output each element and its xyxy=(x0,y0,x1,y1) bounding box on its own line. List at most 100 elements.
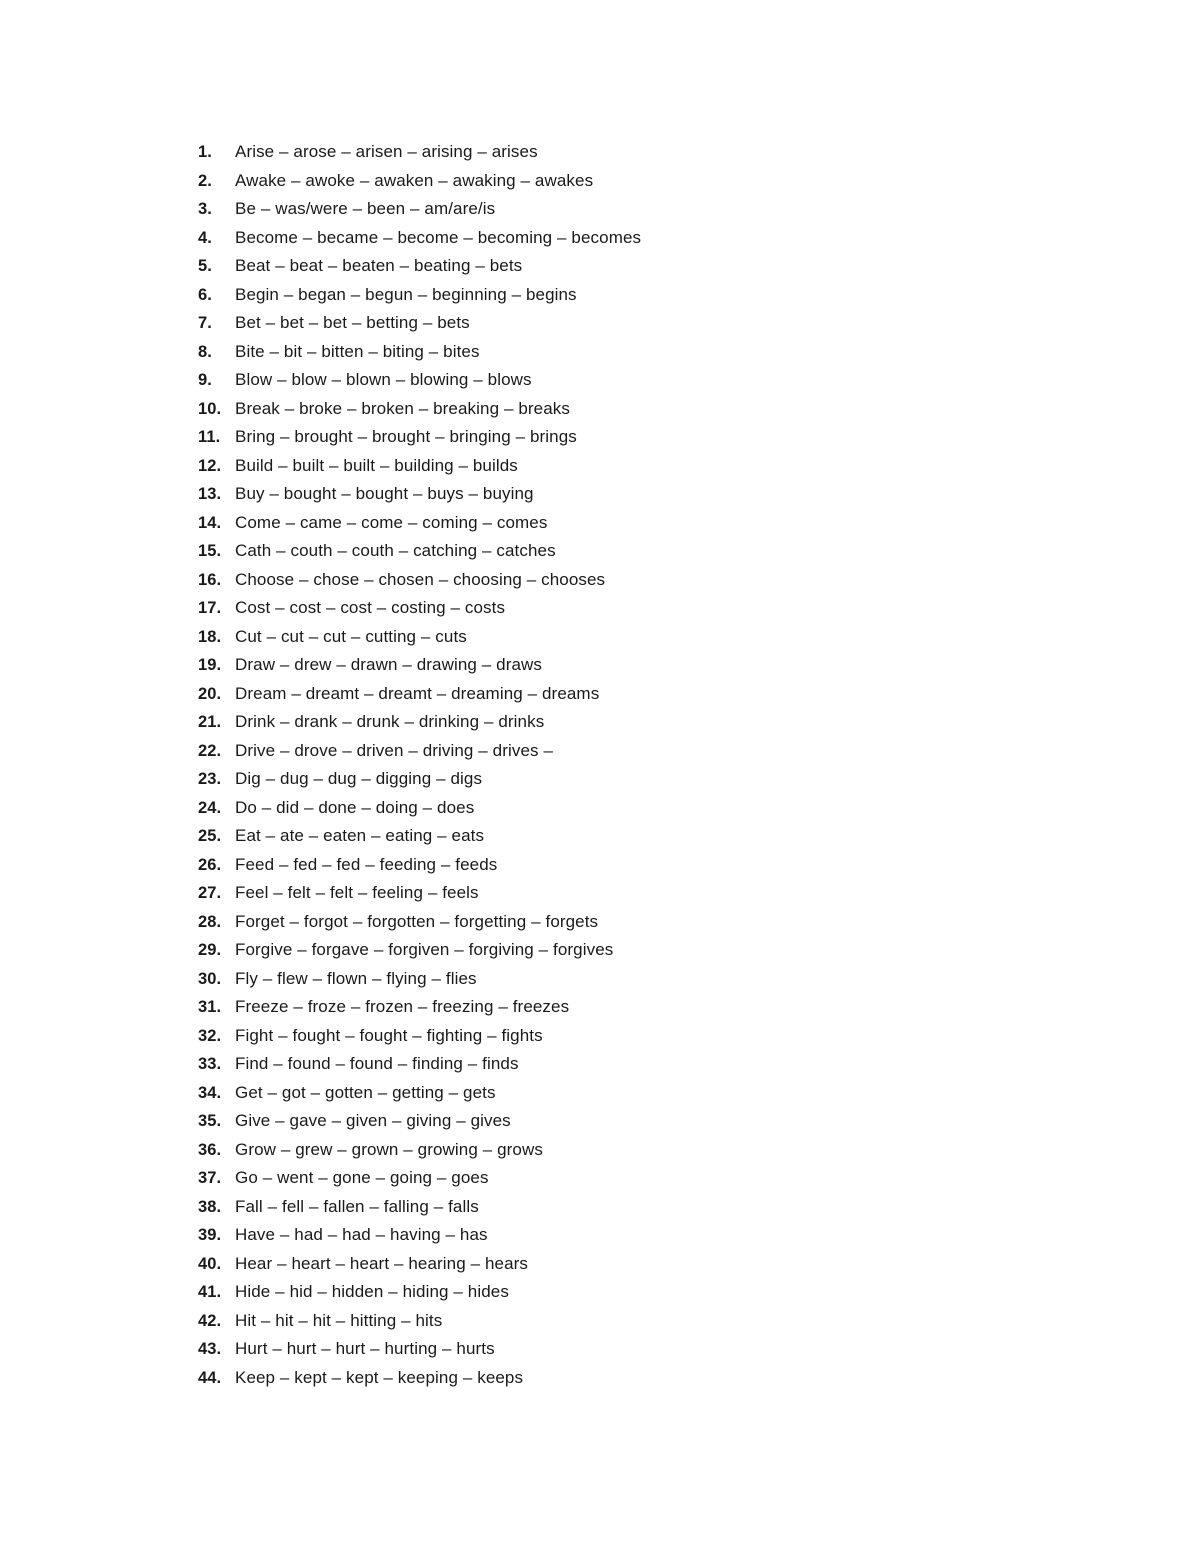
list-item-number: 34. xyxy=(198,1083,222,1102)
list-item-text: Cath – couth – couth – catching – catche… xyxy=(235,541,556,560)
list-item-text: Feed – fed – fed – feeding – feeds xyxy=(235,854,498,874)
list-item-text: Give – gave – given – giving – gives xyxy=(235,1111,511,1130)
list-item: 7. Bet – bet – bet – betting – bets xyxy=(198,309,898,338)
list-item-number: 44. xyxy=(198,1368,222,1387)
list-item: 3. Be – was/were – been – am/are/is xyxy=(198,195,898,224)
list-item-text: Eat – ate – eaten – eating – eats xyxy=(235,826,485,845)
list-item-number: 6. xyxy=(198,285,212,304)
list-item-text: Bring – brought – brought – bringing – b… xyxy=(235,427,577,446)
list-item-text: Be – was/were – been – am/are/is xyxy=(235,199,496,218)
list-item-text: Hide – hid – hidden – hiding – hides xyxy=(235,1282,509,1301)
list-item-text: Awake – awoke – awaken – awaking – awake… xyxy=(235,170,594,190)
list-item: 2. Awake – awoke – awaken – awaking – awa… xyxy=(198,167,898,196)
list-item-text: Cost – cost – cost – costing – costs xyxy=(235,598,506,617)
list-item-number: 15. xyxy=(198,542,222,560)
list-item-text: Blow – blow – blown – blowing – blows xyxy=(235,370,532,389)
list-item-text: Draw – drew – drawn – drawing – draws xyxy=(235,655,543,674)
list-item-number: 23. xyxy=(198,770,222,788)
list-item-text: Bite – bit – bitten – biting – bites xyxy=(235,341,480,361)
list-item: 13. Buy – bought – bought – buys – buying xyxy=(198,480,898,509)
list-item-number: 2. xyxy=(198,171,212,190)
list-item-number: 40. xyxy=(198,1254,222,1273)
list-item-number: 11. xyxy=(198,428,221,446)
list-item: 28. Forget – forgot – forgotten – forgett… xyxy=(198,908,898,937)
list-item-text: Become – became – become – becoming – be… xyxy=(235,227,642,247)
list-item: 36. Grow – grew – grown – growing – grows xyxy=(198,1136,898,1165)
list-item-text: Begin – began – begun – beginning – begi… xyxy=(235,284,577,304)
list-item: 12. Build – built – built – building – bu… xyxy=(198,452,898,481)
list-item-text: Arise – arose – arisen – arising – arise… xyxy=(235,142,538,161)
list-item: 43. Hurt – hurt – hurt – hurting – hurts xyxy=(198,1335,898,1364)
list-item: 1. Arise – arose – arisen – arising – ari… xyxy=(198,138,898,167)
list-item: 25. Eat – ate – eaten – eating – eats xyxy=(198,822,898,851)
list-item: 19. Draw – drew – drawn – drawing – draws xyxy=(198,651,898,680)
list-item-text: Beat – beat – beaten – beating – bets xyxy=(235,256,523,275)
list-item-number: 4. xyxy=(198,228,212,247)
list-item-number: 5. xyxy=(198,257,212,275)
list-item-number: 20. xyxy=(198,684,222,703)
list-item-number: 9. xyxy=(198,371,212,389)
list-item-text: Keep – kept – kept – keeping – keeps xyxy=(235,1367,524,1387)
list-item-number: 7. xyxy=(198,314,212,332)
list-item-number: 31. xyxy=(198,998,222,1016)
list-item-text: Forget – forgot – forgotten – forgetting… xyxy=(235,911,599,931)
list-item: 29. Forgive – forgave – forgiven – forgiv… xyxy=(198,936,898,965)
list-item: 42. Hit – hit – hit – hitting – hits xyxy=(198,1307,898,1336)
list-item: 22. Drive – drove – driven – driving – dr… xyxy=(198,737,898,766)
list-item: 9. Blow – blow – blown – blowing – blows xyxy=(198,366,898,395)
list-item-number: 21. xyxy=(198,713,222,731)
list-item-number: 18. xyxy=(198,627,222,646)
list-item-text: Bet – bet – bet – betting – bets xyxy=(235,313,470,332)
list-item-text: Have – had – had – having – has xyxy=(235,1225,488,1244)
list-item-number: 12. xyxy=(198,456,222,475)
list-item-number: 36. xyxy=(198,1140,222,1159)
list-item-number: 42. xyxy=(198,1311,222,1330)
list-item-text: Drink – drank – drunk – drinking – drink… xyxy=(235,712,545,731)
irregular-verbs-list: 1. Arise – arose – arisen – arising – ari… xyxy=(198,138,898,1392)
list-item-text: Drive – drove – driven – driving – drive… xyxy=(235,740,554,760)
list-item-number: 1. xyxy=(198,143,212,161)
list-item-text: Build – built – built – building – build… xyxy=(235,455,518,475)
list-item-text: Grow – grew – grown – growing – grows xyxy=(235,1139,543,1159)
list-item-number: 35. xyxy=(198,1112,222,1130)
list-item: 16. Choose – chose – chosen – choosing – … xyxy=(198,566,898,595)
list-item: 32. Fight – fought – fought – fighting – … xyxy=(198,1022,898,1051)
list-item: 30. Fly – flew – flown – flying – flies xyxy=(198,965,898,994)
list-item-text: Dig – dug – dug – digging – digs xyxy=(235,769,483,788)
list-item-number: 3. xyxy=(198,200,212,218)
list-item-text: Find – found – found – finding – finds xyxy=(235,1054,519,1073)
list-item: 38. Fall – fell – fallen – falling – fall… xyxy=(198,1193,898,1222)
list-item: 24. Do – did – done – doing – does xyxy=(198,794,898,823)
list-item: 31. Freeze – froze – frozen – freezing – … xyxy=(198,993,898,1022)
list-item: 35. Give – gave – given – giving – gives xyxy=(198,1107,898,1136)
list-item: 41. Hide – hid – hidden – hiding – hides xyxy=(198,1278,898,1307)
list-item-text: Break – broke – broken – breaking – brea… xyxy=(235,398,570,418)
list-item-number: 24. xyxy=(198,798,222,817)
list-item-number: 39. xyxy=(198,1226,222,1244)
list-item-number: 41. xyxy=(198,1283,222,1301)
list-item: 23. Dig – dug – dug – digging – digs xyxy=(198,765,898,794)
list-item-number: 13. xyxy=(198,485,222,503)
list-item-text: Do – did – done – doing – does xyxy=(235,797,475,817)
list-item: 6. Begin – began – begun – beginning – be… xyxy=(198,281,898,310)
list-item: 20. Dream – dreamt – dreamt – dreaming – … xyxy=(198,680,898,709)
list-item: 27. Feel – felt – felt – feeling – feels xyxy=(198,879,898,908)
list-item: 40. Hear – heart – heart – hearing – hear… xyxy=(198,1250,898,1279)
list-item-text: Fly – flew – flown – flying – flies xyxy=(235,968,477,988)
list-item-number: 17. xyxy=(198,599,222,617)
list-item: 18. Cut – cut – cut – cutting – cuts xyxy=(198,623,898,652)
list-item: 34. Get – got – gotten – getting – gets xyxy=(198,1079,898,1108)
list-item-text: Freeze – froze – frozen – freezing – fre… xyxy=(235,997,570,1016)
list-item-number: 30. xyxy=(198,969,222,988)
list-item-number: 25. xyxy=(198,827,222,845)
list-item-text: Fight – fought – fought – fighting – fig… xyxy=(235,1025,543,1045)
list-item: 39. Have – had – had – having – has xyxy=(198,1221,898,1250)
list-item: 5. Beat – beat – beaten – beating – bets xyxy=(198,252,898,281)
list-item-number: 27. xyxy=(198,884,222,902)
document-page: 1. Arise – arose – arisen – arising – ari… xyxy=(0,0,1200,1553)
list-item-number: 38. xyxy=(198,1197,222,1216)
list-item-number: 37. xyxy=(198,1169,222,1187)
list-item-number: 26. xyxy=(198,855,222,874)
list-item-number: 16. xyxy=(198,570,222,589)
list-item-text: Buy – bought – bought – buys – buying xyxy=(235,484,534,503)
